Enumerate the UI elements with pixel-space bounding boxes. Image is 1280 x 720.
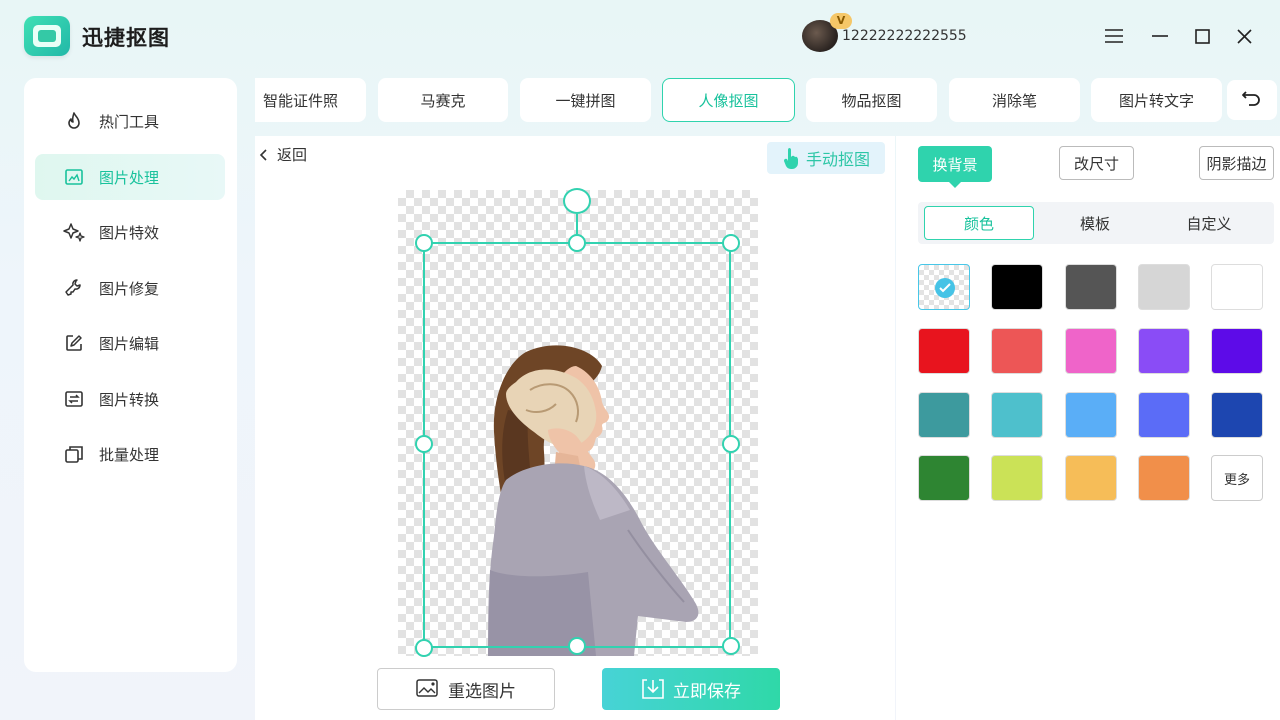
username[interactable]: 12222222222555 — [842, 28, 967, 44]
segment-custom[interactable]: 自定义 — [1154, 206, 1264, 240]
resize-handle-bottom-right[interactable] — [722, 637, 740, 655]
color-swatch[interactable] — [1211, 328, 1263, 374]
tab-object-cutout[interactable]: 物品抠图 — [806, 78, 937, 122]
save-now-button[interactable]: 立即保存 — [602, 668, 780, 710]
color-swatch[interactable] — [1065, 264, 1117, 310]
tab-change-background[interactable]: 换背景 — [918, 146, 992, 188]
download-icon — [641, 678, 665, 700]
minimize-icon[interactable] — [1146, 22, 1174, 50]
sidebar-item-batch[interactable]: 批量处理 — [35, 431, 225, 477]
tab-image-to-text[interactable]: 图片转文字 — [1091, 78, 1222, 122]
resize-handle-bottom[interactable] — [568, 637, 586, 655]
back-link[interactable]: 返回 — [259, 144, 307, 165]
sparkle-icon — [63, 221, 85, 243]
sidebar-item-image-effects[interactable]: 图片特效 — [35, 209, 225, 255]
sidebar-item-label: 图片处理 — [99, 168, 160, 187]
sidebar-item-image-convert[interactable]: 图片转换 — [35, 376, 225, 422]
title-bar: 迅捷抠图 V 12222222222555 — [0, 0, 1280, 72]
segment-template[interactable]: 模板 — [1040, 206, 1150, 240]
tab-portrait-cutout[interactable]: 人像抠图 — [662, 78, 795, 122]
convert-icon — [63, 388, 85, 410]
sidebar-item-label: 图片修复 — [99, 279, 160, 298]
color-swatch[interactable] — [1138, 328, 1190, 374]
sidebar-item-hot-tools[interactable]: 热门工具 — [35, 98, 225, 144]
more-colors-button[interactable]: 更多 — [1211, 455, 1263, 501]
color-swatch[interactable] — [918, 392, 970, 438]
vip-badge: V — [830, 13, 852, 29]
reselect-image-button[interactable]: 重选图片 — [377, 668, 555, 710]
close-icon[interactable] — [1230, 22, 1258, 50]
color-swatch[interactable] — [991, 392, 1043, 438]
color-swatch[interactable] — [1138, 392, 1190, 438]
resize-handle-top-left[interactable] — [415, 234, 433, 252]
color-swatch[interactable] — [1211, 392, 1263, 438]
resize-handle-bottom-left[interactable] — [415, 639, 433, 657]
tab-resize[interactable]: 改尺寸 — [1059, 146, 1134, 180]
sidebar-item-label: 图片转换 — [99, 390, 160, 409]
sidebar-item-image-edit[interactable]: 图片编辑 — [35, 320, 225, 366]
sidebar-item-label: 批量处理 — [99, 445, 160, 464]
tool-tabs: 智能证件照 马赛克 一键拼图 人像抠图 物品抠图 消除笔 图片转文字 — [255, 78, 1280, 122]
flame-icon — [63, 110, 85, 132]
rotate-handle[interactable] — [563, 188, 591, 214]
image-replace-icon — [416, 679, 440, 699]
color-swatch[interactable] — [918, 455, 970, 501]
canvas-panel: 返回 手动抠图 重选图片 立即保存 — [255, 136, 895, 720]
resize-handle-left[interactable] — [415, 435, 433, 453]
color-swatch[interactable] — [1138, 264, 1190, 310]
app-title: 迅捷抠图 — [82, 26, 170, 50]
tab-mosaic[interactable]: 马赛克 — [378, 78, 508, 122]
back-label: 返回 — [277, 146, 308, 164]
resize-handle-top-right[interactable] — [722, 234, 740, 252]
tab-eraser[interactable]: 消除笔 — [949, 78, 1080, 122]
color-swatch[interactable] — [1065, 328, 1117, 374]
tab-id-photo[interactable]: 智能证件照 — [255, 78, 366, 122]
color-swatch[interactable] — [1065, 392, 1117, 438]
manual-cutout-button[interactable]: 手动抠图 — [767, 142, 885, 174]
chevron-left-icon — [259, 148, 267, 161]
undo-icon — [1242, 90, 1262, 110]
image-edit-icon — [63, 166, 85, 188]
check-icon — [935, 278, 955, 298]
maximize-icon[interactable] — [1188, 22, 1216, 50]
color-swatch[interactable] — [991, 328, 1043, 374]
manual-cutout-label: 手动抠图 — [805, 150, 870, 169]
sidebar-item-label: 热门工具 — [99, 112, 160, 131]
color-swatch[interactable] — [1138, 455, 1190, 501]
sidebar-item-image-processing[interactable]: 图片处理 — [35, 154, 225, 200]
undo-button[interactable] — [1227, 80, 1277, 120]
save-label: 立即保存 — [673, 681, 741, 702]
segment-color[interactable]: 颜色 — [924, 206, 1034, 240]
tab-collage[interactable]: 一键拼图 — [520, 78, 651, 122]
selection-box[interactable] — [423, 242, 731, 648]
resize-handle-top[interactable] — [568, 234, 586, 252]
sidebar-item-label: 图片特效 — [99, 223, 160, 242]
color-swatch[interactable] — [991, 455, 1043, 501]
sidebar: 热门工具 图片处理 图片特效 图片修复 图片编辑 图片转换 批量处理 — [24, 78, 237, 672]
properties-panel: 换背景 改尺寸 阴影描边 颜色 模板 自定义 更多 — [896, 136, 1280, 720]
hand-pointer-icon — [782, 147, 802, 169]
sidebar-item-image-repair[interactable]: 图片修复 — [35, 265, 225, 311]
tab-shadow-stroke[interactable]: 阴影描边 — [1199, 146, 1274, 180]
resize-handle-right[interactable] — [722, 435, 740, 453]
background-type-segmented: 颜色 模板 自定义 — [918, 202, 1274, 244]
color-swatch[interactable] — [918, 328, 970, 374]
swatch-transparent[interactable] — [918, 264, 970, 310]
rotate-connector — [576, 214, 578, 234]
app-logo-icon — [24, 16, 70, 56]
menu-icon[interactable] — [1100, 22, 1128, 50]
color-swatch[interactable] — [1065, 455, 1117, 501]
color-swatch[interactable] — [1211, 264, 1263, 310]
sidebar-item-label: 图片编辑 — [99, 334, 160, 353]
pencil-square-icon — [63, 332, 85, 354]
stack-icon — [63, 443, 85, 465]
color-swatch[interactable] — [991, 264, 1043, 310]
wrench-icon — [63, 277, 85, 299]
reselect-label: 重选图片 — [448, 681, 516, 702]
